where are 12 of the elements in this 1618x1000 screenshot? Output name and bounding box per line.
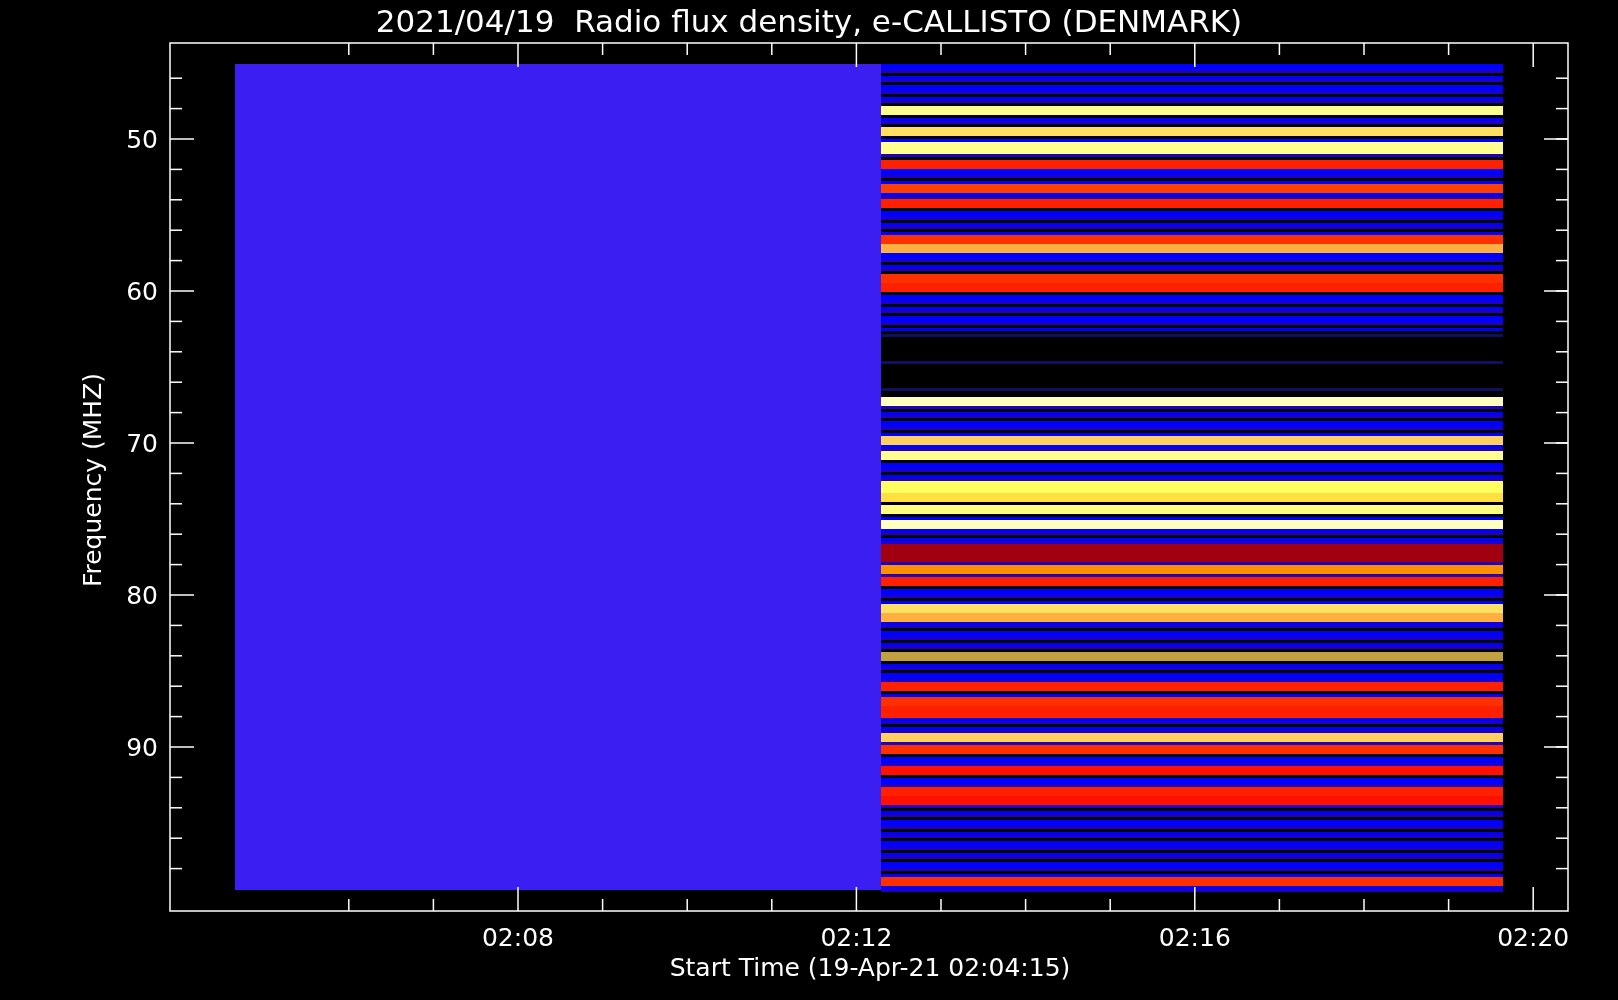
y-tick-label: 80 bbox=[126, 581, 158, 610]
x-axis-label: Start Time (19-Apr-21 02:04:15) bbox=[669, 953, 1071, 982]
x-tick-label: 02:12 bbox=[820, 923, 893, 952]
y-tick-label: 90 bbox=[126, 733, 158, 762]
y-tick-label: 60 bbox=[126, 277, 158, 306]
x-tick-label: 02:08 bbox=[482, 923, 554, 952]
chart-title: 2021/04/19 Radio flux density, e-CALLISTO (DENMARK) bbox=[375, 3, 1243, 39]
x-tick-label: 02:16 bbox=[1158, 923, 1231, 952]
y-tick-label: 70 bbox=[126, 429, 158, 458]
x-tick-label: 02:20 bbox=[1497, 923, 1570, 952]
y-axis-label: Frequency (MHZ) bbox=[78, 372, 107, 588]
y-tick-label: 50 bbox=[126, 125, 158, 154]
